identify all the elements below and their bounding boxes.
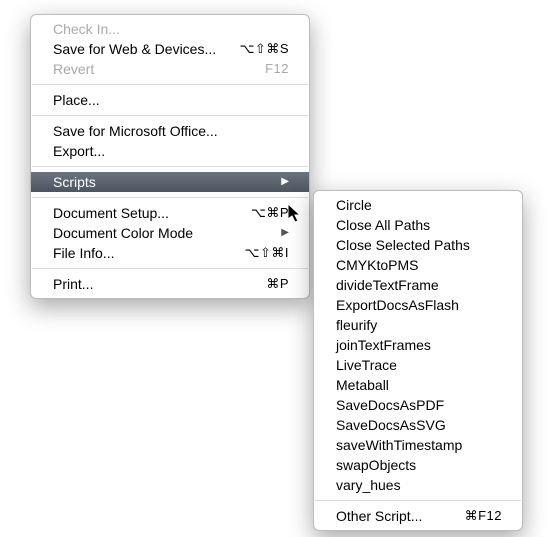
submenu-item-savedocsaspdf[interactable]: SaveDocsAsPDF [314, 395, 522, 415]
menu-item-label: SaveDocsAsSVG [336, 415, 446, 435]
menu-item-check-in: Check In... [31, 19, 309, 39]
menu-item-label: fleurify [336, 315, 377, 335]
menu-separator [315, 500, 521, 501]
menu-item-label: swapObjects [336, 455, 416, 475]
menu-item-label: LiveTrace [336, 355, 397, 375]
menu-separator [32, 166, 308, 167]
menu-separator [32, 197, 308, 198]
menu-item-label: Check In... [53, 19, 120, 39]
menu-item-save-for-web[interactable]: Save for Web & Devices... ⌥⇧⌘S [31, 39, 309, 59]
menu-item-shortcut: F12 [265, 59, 289, 79]
submenu-item-savedocsassvg[interactable]: SaveDocsAsSVG [314, 415, 522, 435]
submenu-item-fleurify[interactable]: fleurify [314, 315, 522, 335]
submenu-item-metaball[interactable]: Metaball [314, 375, 522, 395]
menu-item-label: Document Setup... [53, 203, 169, 223]
menu-item-label: joinTextFrames [336, 335, 431, 355]
submenu-item-dividetextframe[interactable]: divideTextFrame [314, 275, 522, 295]
menu-item-label: Save for Web & Devices... [53, 39, 216, 59]
menu-separator [32, 115, 308, 116]
submenu-item-vary-hues[interactable]: vary_hues [314, 475, 522, 495]
menu-separator [32, 84, 308, 85]
menu-item-label: CMYKtoPMS [336, 255, 418, 275]
menu-item-revert: Revert F12 [31, 59, 309, 79]
submenu-item-cmyktopms[interactable]: CMYKtoPMS [314, 255, 522, 275]
menu-item-document-color-mode[interactable]: Document Color Mode ▶ [31, 223, 309, 243]
menu-item-label: Export... [53, 141, 105, 161]
scripts-submenu: Circle Close All Paths Close Selected Pa… [313, 190, 523, 531]
menu-item-label: File Info... [53, 243, 114, 263]
submenu-item-livetrace[interactable]: LiveTrace [314, 355, 522, 375]
menu-item-label: saveWithTimestamp [336, 435, 462, 455]
menu-item-label: Print... [53, 274, 93, 294]
menu-item-label: SaveDocsAsPDF [336, 395, 444, 415]
menu-item-label: ExportDocsAsFlash [336, 295, 459, 315]
menu-item-label: Document Color Mode [53, 223, 193, 243]
menu-item-shortcut: ⌘F12 [465, 506, 502, 526]
submenu-arrow-icon: ▶ [281, 223, 289, 243]
submenu-item-close-all-paths[interactable]: Close All Paths [314, 215, 522, 235]
menu-item-shortcut: ⌘P [266, 274, 289, 294]
menu-item-label: vary_hues [336, 475, 401, 495]
menu-item-label: Scripts [53, 172, 96, 192]
menu-item-file-info[interactable]: File Info... ⌥⇧⌘I [31, 243, 309, 263]
menu-item-print[interactable]: Print... ⌘P [31, 274, 309, 294]
menu-item-shortcut: ⌥⇧⌘I [245, 243, 290, 263]
menu-item-document-setup[interactable]: Document Setup... ⌥⌘P [31, 203, 309, 223]
submenu-item-other-script[interactable]: Other Script... ⌘F12 [314, 506, 522, 526]
menu-item-label: Save for Microsoft Office... [53, 121, 218, 141]
menu-item-save-for-ms-office[interactable]: Save for Microsoft Office... [31, 121, 309, 141]
menu-item-place[interactable]: Place... [31, 90, 309, 110]
menu-item-label: Revert [53, 59, 94, 79]
submenu-item-jointextframes[interactable]: joinTextFrames [314, 335, 522, 355]
file-menu: Check In... Save for Web & Devices... ⌥⇧… [30, 14, 310, 299]
menu-item-shortcut: ⌥⇧⌘S [239, 39, 289, 59]
menu-item-export[interactable]: Export... [31, 141, 309, 161]
submenu-item-savewithtimestamp[interactable]: saveWithTimestamp [314, 435, 522, 455]
menu-item-shortcut: ⌥⌘P [251, 203, 289, 223]
submenu-arrow-icon: ▶ [281, 172, 289, 192]
menu-item-label: Close All Paths [336, 215, 430, 235]
menu-item-label: Other Script... [336, 506, 422, 526]
submenu-item-exportdocsasflash[interactable]: ExportDocsAsFlash [314, 295, 522, 315]
menu-item-scripts[interactable]: Scripts ▶ [31, 172, 309, 192]
menu-item-label: Circle [336, 195, 372, 215]
menu-item-label: Place... [53, 90, 100, 110]
submenu-item-circle[interactable]: Circle [314, 195, 522, 215]
submenu-item-swapobjects[interactable]: swapObjects [314, 455, 522, 475]
menu-item-label: Metaball [336, 375, 389, 395]
menu-separator [32, 268, 308, 269]
menu-item-label: divideTextFrame [336, 275, 439, 295]
submenu-item-close-selected-paths[interactable]: Close Selected Paths [314, 235, 522, 255]
menu-item-label: Close Selected Paths [336, 235, 470, 255]
